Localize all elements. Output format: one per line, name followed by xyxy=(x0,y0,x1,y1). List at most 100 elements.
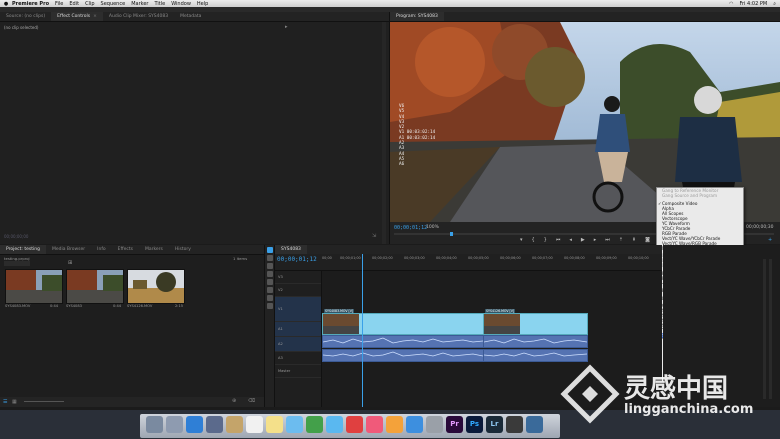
video-clip[interactable]: SYS4083.MOV [V] xyxy=(322,309,484,335)
contacts-icon[interactable] xyxy=(226,416,243,433)
track-select-tool-icon[interactable] xyxy=(266,255,273,261)
extract-icon[interactable]: ⇞ xyxy=(632,237,636,243)
tab-metadata[interactable]: Metadata xyxy=(174,12,207,21)
photo-booth-icon[interactable] xyxy=(346,416,363,433)
track-header-a1[interactable]: A1 xyxy=(275,322,321,337)
ripple-edit-tool-icon[interactable] xyxy=(266,263,273,269)
audio-clip[interactable] xyxy=(483,349,588,362)
search-icon[interactable]: ⌕ xyxy=(773,1,776,7)
zoom-slider[interactable] xyxy=(24,401,64,402)
audio-clip[interactable] xyxy=(322,335,484,348)
audio-clip[interactable] xyxy=(483,335,588,348)
bin-icon[interactable]: ⊞ xyxy=(68,260,72,266)
premiere-pro-icon[interactable]: Pr xyxy=(446,416,463,433)
play-icon[interactable]: ▶ xyxy=(581,237,585,243)
photoshop-icon[interactable]: Ps xyxy=(466,416,483,433)
selection-tool-icon[interactable] xyxy=(266,247,273,253)
menu-clip[interactable]: Clip xyxy=(85,1,94,7)
timeline-timecode[interactable]: 00;00;01;12 xyxy=(277,256,317,263)
track-header-master[interactable]: Master xyxy=(275,365,321,378)
menu-help[interactable]: Help xyxy=(197,1,208,7)
camera-icon[interactable]: ◙ xyxy=(645,237,650,243)
program-end-timecode: 00;00;00;30 xyxy=(746,225,774,230)
system-preferences-icon[interactable] xyxy=(426,416,443,433)
out-point-icon[interactable]: } xyxy=(544,237,547,243)
add-button[interactable]: + xyxy=(768,237,772,243)
mail-icon[interactable] xyxy=(206,416,223,433)
clip-thumbnail[interactable] xyxy=(5,269,63,304)
calendar-icon[interactable] xyxy=(246,416,263,433)
launchpad-icon[interactable] xyxy=(166,416,183,433)
app-store-icon[interactable] xyxy=(406,416,423,433)
program-playhead[interactable] xyxy=(450,232,453,236)
lightroom-icon[interactable]: Lr xyxy=(486,416,503,433)
tab-program[interactable]: Program: SYS4083 xyxy=(390,12,444,21)
go-to-out-icon[interactable]: ⏭ xyxy=(605,237,610,243)
zoom-tool-icon[interactable] xyxy=(266,303,273,309)
icon-view-icon[interactable]: ▦ xyxy=(12,399,17,405)
new-item-icon[interactable]: ⊕ xyxy=(232,398,236,404)
tab-history[interactable]: History xyxy=(169,245,197,254)
step-forward-icon[interactable]: ▸ xyxy=(594,237,597,243)
scrollbar[interactable] xyxy=(382,22,386,244)
track-header-a2[interactable]: A2 xyxy=(275,337,321,352)
app-menu[interactable]: Premiere Pro xyxy=(12,1,49,7)
track-header-v3[interactable]: V3 xyxy=(275,271,321,284)
track-header-v2[interactable]: V2 xyxy=(275,284,321,297)
track-header-a3[interactable]: A3 xyxy=(275,352,321,365)
menu-window[interactable]: Window xyxy=(171,1,191,7)
tab-markers[interactable]: Markers xyxy=(139,245,169,254)
menu-sequence[interactable]: Sequence xyxy=(101,1,126,7)
list-view-icon[interactable]: ☰ xyxy=(3,399,7,405)
time-ruler[interactable]: 00;00 00;00;01;00 00;00;02;00 00;00;03;0… xyxy=(322,254,662,270)
menu-edit[interactable]: Edit xyxy=(69,1,79,7)
tab-effects[interactable]: Effects xyxy=(112,245,139,254)
trash-icon[interactable]: ⌫ xyxy=(248,398,255,404)
final-cut-icon[interactable] xyxy=(506,416,523,433)
pen-tool-icon[interactable] xyxy=(266,287,273,293)
notes-icon[interactable] xyxy=(266,416,283,433)
menu-marker[interactable]: Marker xyxy=(131,1,148,7)
itunes-icon[interactable] xyxy=(366,416,383,433)
reminders-icon[interactable] xyxy=(286,416,303,433)
audio-clip[interactable] xyxy=(322,349,484,362)
video-clip[interactable]: SYS4126.MOV [V] xyxy=(483,309,588,335)
go-to-in-icon[interactable]: ⏮ xyxy=(556,237,561,243)
search-input[interactable] xyxy=(4,261,30,266)
tab-info[interactable]: Info xyxy=(91,245,112,254)
finder-icon[interactable] xyxy=(146,416,163,433)
lift-icon[interactable]: ⇡ xyxy=(619,237,623,243)
panel-menu-icon[interactable]: ▸ xyxy=(285,24,288,30)
timeline-playhead[interactable] xyxy=(362,254,363,407)
tab-effect-controls-label: Effect Controls xyxy=(57,14,91,19)
messages-icon[interactable] xyxy=(326,416,343,433)
clock[interactable]: Fri 4:02 PM xyxy=(739,1,767,7)
maps-icon[interactable] xyxy=(306,416,323,433)
safari-icon[interactable] xyxy=(186,416,203,433)
tab-effect-controls[interactable]: Effect Controls × xyxy=(51,12,103,21)
apple-icon[interactable]: ● xyxy=(0,1,12,7)
export-icon[interactable]: ⇲ xyxy=(372,233,376,239)
menu-title[interactable]: Title xyxy=(154,1,165,7)
razor-tool-icon[interactable] xyxy=(266,271,273,277)
marker-icon[interactable]: ▾ xyxy=(520,237,523,243)
menu-file[interactable]: File xyxy=(55,1,63,7)
tab-media-browser[interactable]: Media Browser xyxy=(46,245,91,254)
tab-sequence[interactable]: SYS4083 xyxy=(275,245,307,254)
program-playhead-timecode[interactable]: 00;00;01;12 xyxy=(394,225,427,231)
wifi-icon[interactable]: ◠ xyxy=(729,1,733,7)
step-back-icon[interactable]: ◂ xyxy=(569,237,572,243)
downloads-icon[interactable] xyxy=(526,416,543,433)
ibooks-icon[interactable] xyxy=(386,416,403,433)
close-icon[interactable]: × xyxy=(93,14,97,19)
fit-select[interactable]: 100% xyxy=(426,225,439,230)
tab-source[interactable]: Source: (no clips) xyxy=(0,12,51,21)
tab-audio-clip-mixer[interactable]: Audio Clip Mixer: SYS4083 xyxy=(103,12,174,21)
slip-tool-icon[interactable] xyxy=(266,279,273,285)
clip-thumbnail[interactable] xyxy=(127,269,185,304)
clip-thumbnail[interactable] xyxy=(66,269,124,304)
in-point-icon[interactable]: { xyxy=(532,237,535,243)
tab-project[interactable]: Project: testing xyxy=(0,245,46,254)
hand-tool-icon[interactable] xyxy=(266,295,273,301)
track-header-v1[interactable]: V1 xyxy=(275,297,321,322)
